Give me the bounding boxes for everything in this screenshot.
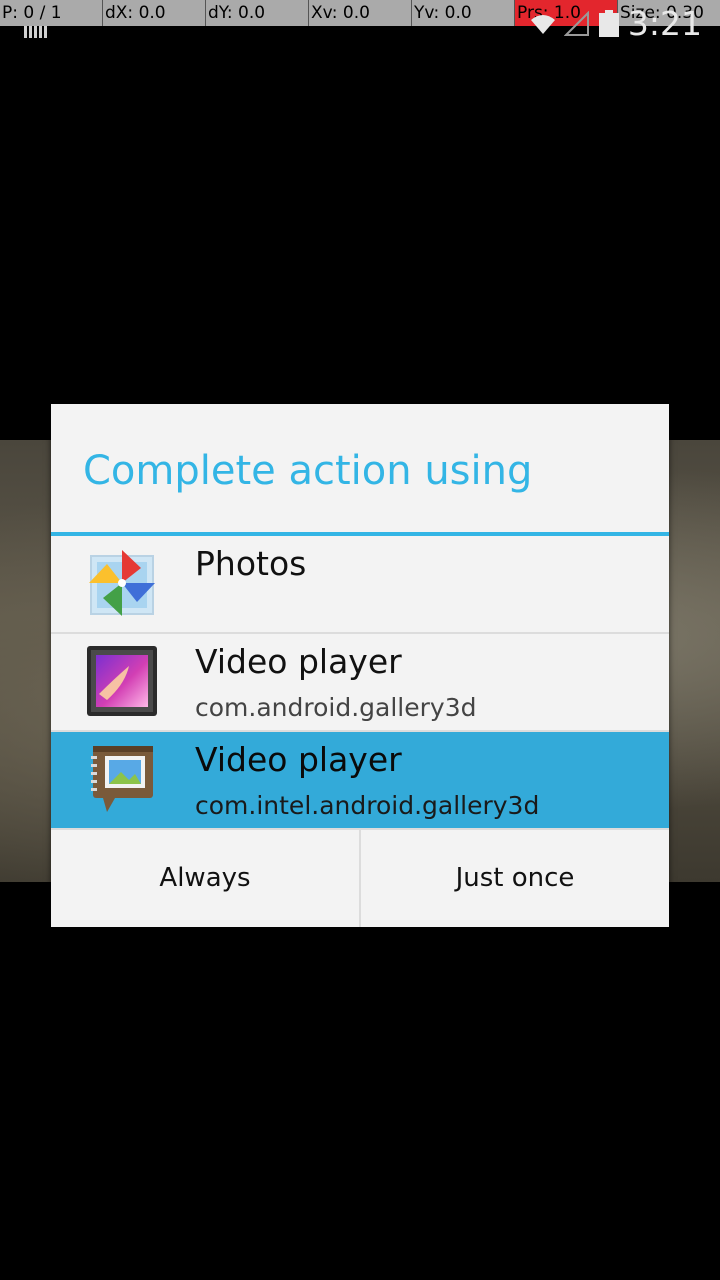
app-list: Photos Video player com.android.gallery3…	[51, 536, 669, 830]
debug-xv: Xv: 0.0	[309, 0, 412, 26]
debug-dy: dY: 0.0	[206, 0, 309, 26]
photos-pinwheel-icon	[89, 550, 155, 616]
dialog-title: Complete action using	[83, 448, 533, 494]
status-clock: 3:21	[627, 4, 702, 43]
app-name: Video player	[195, 740, 402, 779]
battery-icon	[598, 10, 619, 37]
just-once-button[interactable]: Just once	[361, 830, 669, 927]
intel-gallery-icon	[91, 746, 153, 812]
app-item-gallery3d[interactable]: Video player com.android.gallery3d	[51, 634, 669, 732]
chooser-dialog: Complete action using Photos Video playe…	[51, 404, 669, 927]
app-name: Video player	[195, 642, 402, 681]
debug-pointer: P: 0 / 1	[0, 0, 103, 26]
always-button[interactable]: Always	[51, 830, 361, 927]
app-package: com.android.gallery3d	[195, 693, 477, 722]
app-name: Photos	[195, 544, 307, 583]
app-item-intel-gallery3d[interactable]: Video player com.intel.android.gallery3d	[51, 732, 669, 830]
status-bar-right: 3:21	[530, 4, 702, 44]
debug-yv: Yv: 0.0	[412, 0, 515, 26]
screen: P: 0 / 1 dX: 0.0 dY: 0.0 Xv: 0.0 Yv: 0.0…	[0, 0, 720, 1280]
dialog-button-bar: Always Just once	[51, 828, 669, 927]
debug-dx: dX: 0.0	[103, 0, 206, 26]
signal-icon	[563, 11, 589, 36]
wifi-icon	[530, 15, 555, 34]
gallery-icon	[87, 646, 157, 716]
app-package: com.intel.android.gallery3d	[195, 791, 540, 820]
app-item-photos[interactable]: Photos	[51, 536, 669, 634]
